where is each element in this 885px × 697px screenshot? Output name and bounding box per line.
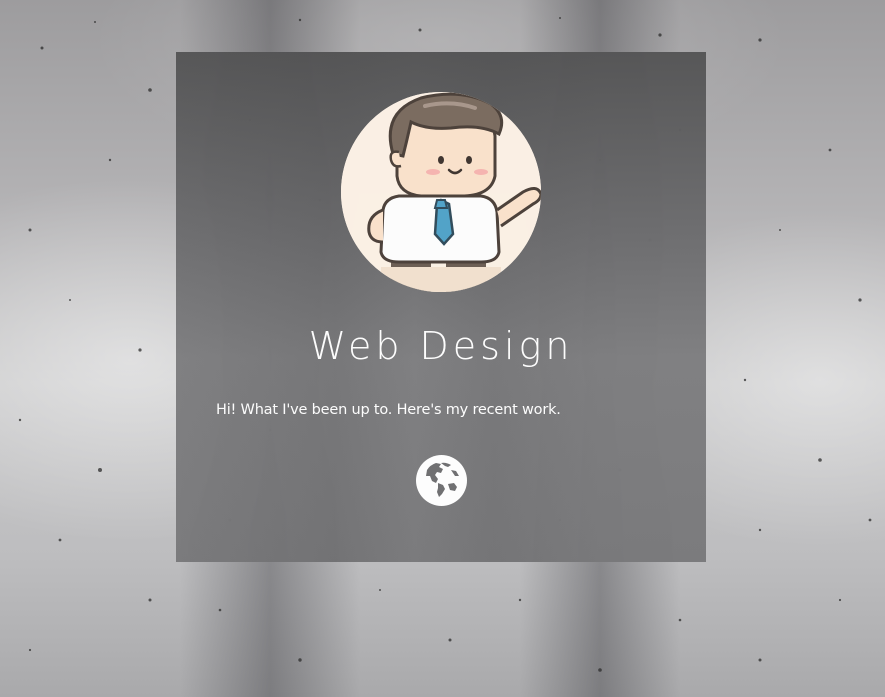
page-title: Web Design (308, 324, 574, 368)
portfolio-link[interactable] (415, 454, 468, 507)
cartoon-businessman-avatar-icon (341, 92, 541, 292)
profile-card: Web Design Hi! What I've been up to. Her… (176, 52, 706, 562)
globe-icon (416, 455, 467, 506)
avatar (341, 92, 541, 292)
card-description: Hi! What I've been up to. Here's my rece… (216, 402, 561, 418)
